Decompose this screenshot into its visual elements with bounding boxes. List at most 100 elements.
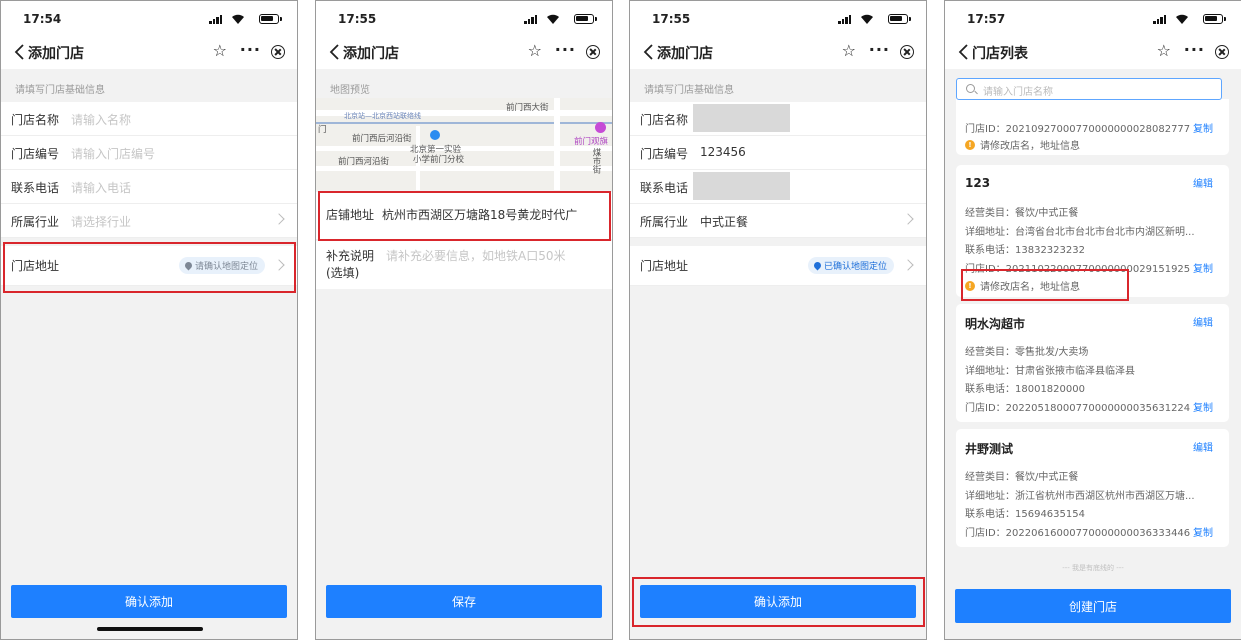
field-store-number[interactable]: 门店编号 请输入门店编号 [1, 136, 297, 170]
field-label: 门店编号 [11, 147, 60, 161]
store-card[interactable]: 井野测试 编辑 经营类目：餐饮/中式正餐 详细地址：浙江省杭州市西湖区杭州市西湖… [956, 429, 1229, 547]
map-confirmed-badge[interactable]: 已确认地图定位 [807, 257, 894, 274]
field-label-optional: (选填) [326, 266, 360, 280]
status-bar: 17:57 [945, 1, 1241, 35]
more-icon[interactable]: ··· [869, 40, 890, 59]
field-store-address[interactable]: 门店地址 已确认地图定位 [630, 246, 926, 286]
field-label: 门店地址 [640, 259, 689, 273]
field-label: 门店地址 [11, 259, 60, 273]
more-icon[interactable]: ··· [1184, 40, 1205, 59]
wifi-icon [546, 13, 560, 25]
store-category: 经营类目：餐饮/中式正餐 [965, 472, 1079, 483]
edit-button[interactable]: 编辑 [1193, 439, 1213, 454]
store-phone: 联系电话：15694635154 [965, 509, 1085, 520]
field-store-address[interactable]: 门店地址 请确认地图定位 [1, 246, 297, 286]
edit-button[interactable]: 编辑 [1193, 175, 1213, 190]
close-icon[interactable] [900, 45, 914, 59]
page-title: 添加门店 [343, 46, 399, 62]
page-title: 添加门店 [657, 46, 713, 62]
field-store-name[interactable]: 门店名称 [630, 102, 926, 136]
copy-button[interactable]: 复制 [1193, 524, 1213, 539]
nav-bar: 门店列表 ☆ ··· [945, 35, 1241, 69]
edit-button[interactable]: 编辑 [1193, 314, 1213, 329]
store-category: 经营类目：餐饮/中式正餐 [965, 208, 1079, 219]
location-pin-icon [812, 260, 823, 271]
field-shop-address[interactable]: 店铺地址 杭州市西湖区万塘路18号黄龙时代广 [316, 192, 612, 240]
map-confirm-badge[interactable]: 请确认地图定位 [178, 257, 265, 274]
warning-icon: ! [965, 139, 975, 150]
school-icon [430, 130, 440, 140]
wifi-icon [1175, 13, 1189, 25]
back-icon[interactable] [642, 42, 656, 62]
store-id: 门店ID：20220518000770000000035631224 [965, 403, 1191, 414]
star-icon[interactable]: ☆ [528, 43, 542, 59]
map-label: 前门西河沿街 [338, 157, 390, 167]
section-label: 请填写门店基础信息 [644, 85, 734, 96]
store-name: 井野测试 [965, 442, 1014, 456]
field-value: 杭州市西湖区万塘路18号黄龙时代广 [382, 208, 578, 222]
warning-text: 请修改店名，地址信息 [980, 282, 1080, 293]
store-card-partial: 门店ID：20210927000770000000028082777 复制 ! … [956, 99, 1229, 155]
status-bar: 17:55 [316, 1, 612, 35]
star-icon[interactable]: ☆ [213, 43, 227, 59]
map-label-fragment: 门 [318, 125, 327, 135]
field-placeholder: 请补充必要信息，如地铁A口50米 [386, 249, 566, 263]
store-name: 明水沟超市 [965, 317, 1026, 331]
battery-icon [888, 14, 911, 24]
battery-icon [574, 14, 597, 24]
confirm-add-button[interactable]: 确认添加 [11, 585, 287, 618]
copy-button[interactable]: 复制 [1193, 260, 1213, 275]
badge-text: 请确认地图定位 [194, 262, 258, 272]
chevron-right-icon [273, 213, 285, 225]
poi-icon [595, 122, 606, 133]
store-id: 门店ID：20210927000770000000028082777 [965, 124, 1191, 135]
field-note[interactable]: 补充说明 (选填) 请补充必要信息，如地铁A口50米 [316, 241, 612, 289]
status-time: 17:57 [967, 12, 1006, 26]
battery-icon [259, 14, 282, 24]
map-preview[interactable]: 前门西大街 北京站—北京西站联络线 门 前门西后河沿街 北京第一实验 小学前门分… [316, 98, 612, 190]
field-store-number[interactable]: 门店编号 123456 [630, 136, 926, 170]
more-icon[interactable]: ··· [555, 40, 576, 59]
close-icon[interactable] [271, 45, 285, 59]
field-phone[interactable]: 联系电话 请输入电话 [1, 170, 297, 204]
field-placeholder: 请选择行业 [71, 215, 132, 229]
section-label: 地图预览 [330, 85, 370, 96]
field-value: 123456 [700, 145, 746, 159]
nav-bar: 添加门店 ☆ ··· [316, 35, 612, 69]
nav-bar: 添加门店 ☆ ··· [1, 35, 297, 69]
signal-icon [838, 15, 852, 24]
store-card[interactable]: 明水沟超市 编辑 经营类目：零售批发/大卖场 详细地址：甘肃省张掖市临泽县临泽县… [956, 304, 1229, 422]
section-label: 请填写门店基础信息 [15, 85, 105, 96]
store-card[interactable]: 123 编辑 经营类目：餐饮/中式正餐 详细地址：台湾省台北市台北市台北市内湖区… [956, 165, 1229, 297]
copy-button[interactable]: 复制 [1193, 399, 1213, 414]
create-store-button[interactable]: 创建门店 [955, 589, 1231, 623]
list-end-note: --- 我是有底线的 --- [1062, 564, 1124, 572]
wifi-icon [860, 13, 874, 25]
field-industry[interactable]: 所属行业 中式正餐 [630, 204, 926, 238]
store-id: 门店ID：20211022000770000000029151925 [965, 264, 1191, 275]
close-icon[interactable] [1215, 45, 1229, 59]
copy-button[interactable]: 复制 [1193, 120, 1213, 135]
field-industry[interactable]: 所属行业 请选择行业 [1, 204, 297, 238]
page-title: 添加门店 [28, 46, 84, 62]
status-bar: 17:54 [1, 1, 297, 35]
confirm-add-button[interactable]: 确认添加 [640, 585, 916, 618]
map-label: 前门西后河沿街 [352, 134, 412, 144]
search-input[interactable]: 请输入门店名称 [956, 78, 1222, 100]
map-label: 煤市街 [591, 148, 601, 174]
back-icon[interactable] [13, 42, 27, 62]
close-icon[interactable] [586, 45, 600, 59]
more-icon[interactable]: ··· [240, 40, 261, 59]
field-store-name[interactable]: 门店名称 请输入名称 [1, 102, 297, 136]
back-icon[interactable] [328, 42, 342, 62]
status-time: 17:55 [338, 12, 377, 26]
chevron-right-icon [902, 213, 914, 225]
field-phone[interactable]: 联系电话 [630, 170, 926, 204]
map-label: 北京站—北京西站联络线 [344, 112, 421, 120]
back-icon[interactable] [957, 42, 971, 62]
store-phone: 联系电话：18001820000 [965, 384, 1085, 395]
save-button[interactable]: 保存 [326, 585, 602, 618]
map-label: 前门观旗 [574, 137, 609, 147]
star-icon[interactable]: ☆ [1157, 43, 1171, 59]
star-icon[interactable]: ☆ [842, 43, 856, 59]
